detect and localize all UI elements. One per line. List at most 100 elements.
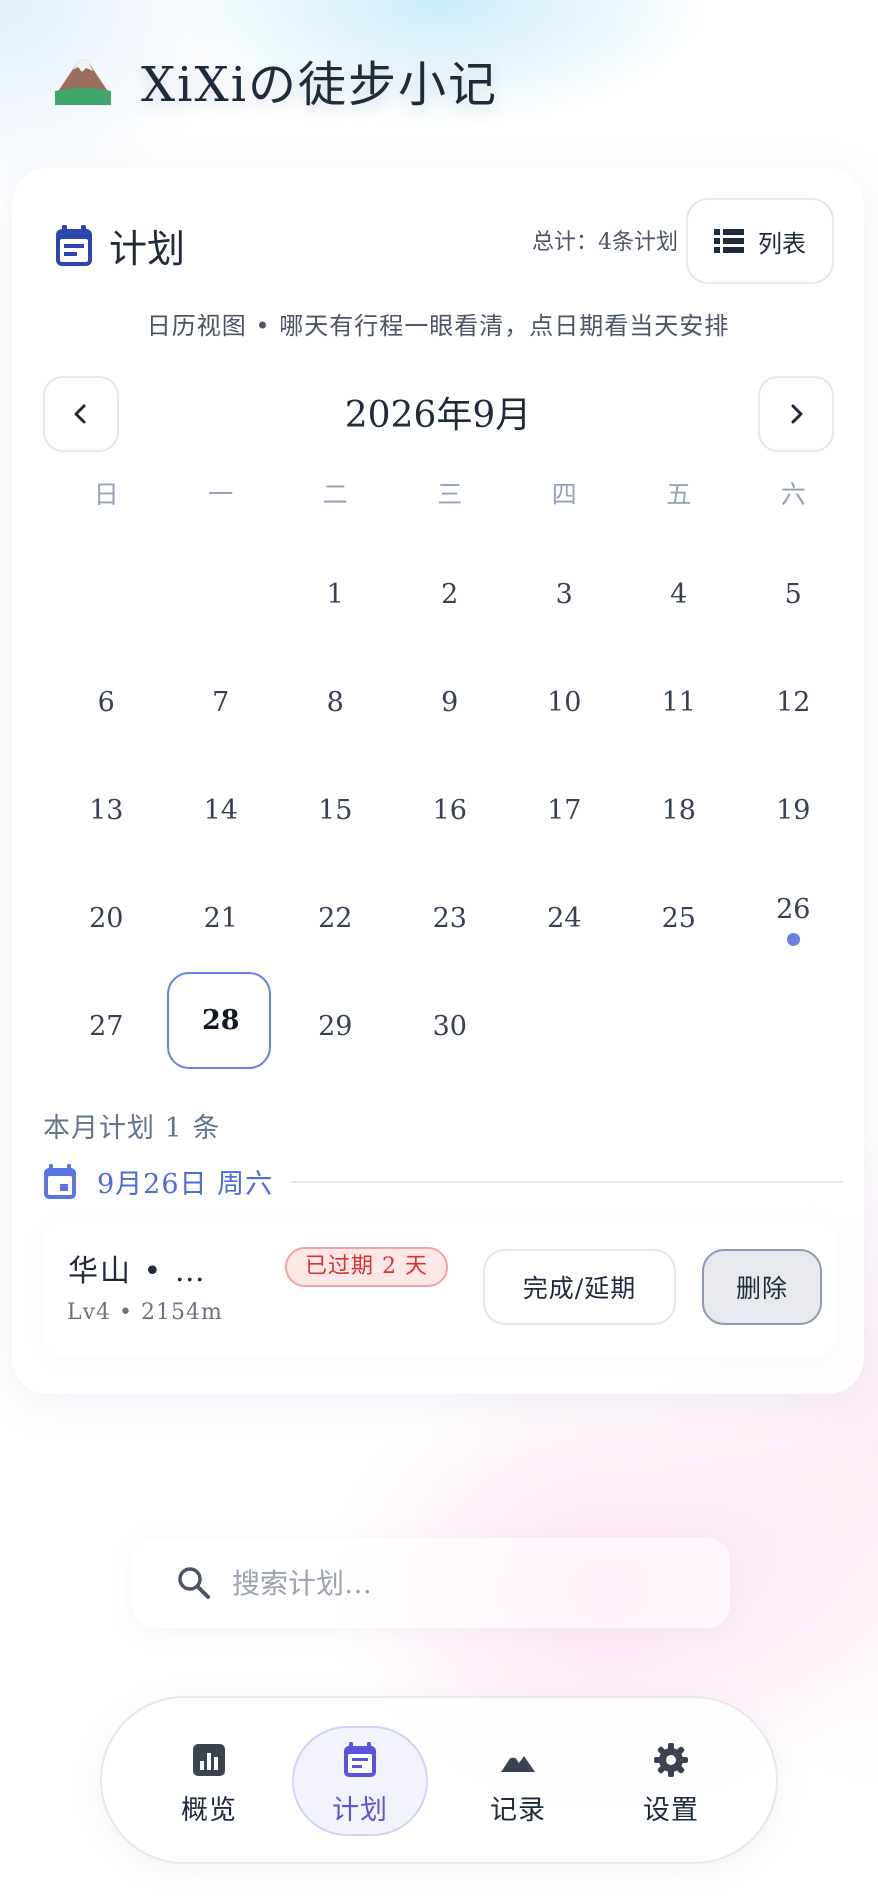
- date-group-label: 9月26日 周六: [97, 1169, 274, 1200]
- calendar-day-8[interactable]: 8: [278, 648, 393, 756]
- search-bar[interactable]: [132, 1538, 730, 1628]
- calendar-day-17[interactable]: 17: [507, 756, 622, 864]
- day-number: 30: [432, 1010, 467, 1042]
- day-number: 7: [212, 686, 230, 718]
- calendar-day-13[interactable]: 13: [49, 756, 164, 864]
- calendar-day-21[interactable]: 21: [164, 864, 279, 972]
- list-icon: [714, 229, 744, 253]
- nav-label-records: 记录: [490, 1795, 546, 1826]
- calendar-day-20[interactable]: 20: [49, 864, 164, 972]
- mountains-icon: [501, 1754, 535, 1772]
- plan-meta: Lv4 • 2154m: [67, 1300, 223, 1325]
- weekday-label: 二: [322, 480, 348, 509]
- search-input[interactable]: [232, 1566, 712, 1600]
- calendar-day-9[interactable]: 9: [393, 648, 508, 756]
- list-view-button[interactable]: 列表: [686, 198, 834, 284]
- day-number: 20: [89, 902, 124, 934]
- complete-postpone-button[interactable]: 完成/延期: [483, 1249, 676, 1325]
- plan-name: 华山 • …: [68, 1254, 207, 1289]
- calendar-day-1[interactable]: 1: [278, 540, 393, 648]
- day-number: 16: [432, 794, 467, 826]
- calendar-day-4[interactable]: 4: [622, 540, 737, 648]
- calendar-day-15[interactable]: 15: [278, 756, 393, 864]
- weekday-label: 六: [780, 480, 806, 509]
- calendar-day-14[interactable]: 14: [164, 756, 279, 864]
- calendar-day-22[interactable]: 22: [278, 864, 393, 972]
- gear-icon: [654, 1743, 688, 1777]
- calendar-day-3[interactable]: 3: [507, 540, 622, 648]
- calendar-day-10[interactable]: 10: [507, 648, 622, 756]
- day-number: 3: [555, 578, 573, 610]
- day-number: 23: [432, 902, 467, 934]
- calendar-day-29[interactable]: 29: [278, 972, 393, 1080]
- prev-month-button[interactable]: [43, 376, 119, 452]
- calendar-day-7[interactable]: 7: [164, 648, 279, 756]
- nav-label-overview: 概览: [181, 1795, 237, 1826]
- calendar-day-5[interactable]: 5: [736, 540, 851, 648]
- bar-chart-icon: [193, 1744, 225, 1776]
- day-number: 2: [441, 578, 459, 610]
- weekday-label: 四: [551, 480, 577, 509]
- calendar-day-26[interactable]: 26: [736, 864, 851, 972]
- calendar-day-18[interactable]: 18: [622, 756, 737, 864]
- calendar-day-30[interactable]: 30: [393, 972, 508, 1080]
- divider: [291, 1180, 843, 1183]
- calendar-subtitle: 日历视图 • 哪天有行程一眼看清，点日期看当天安排: [146, 312, 730, 340]
- day-number: 22: [318, 902, 353, 934]
- calendar-day-12[interactable]: 12: [736, 648, 851, 756]
- day-number: 29: [318, 1010, 353, 1042]
- nav-item-plan[interactable]: 计划: [292, 1726, 428, 1836]
- weekday-header: 日一二三四五六: [49, 480, 851, 510]
- nav-item-records[interactable]: 记录: [463, 1726, 573, 1836]
- nav-item-overview[interactable]: 概览: [154, 1726, 264, 1836]
- nav-label-settings: 设置: [643, 1795, 699, 1826]
- calendar-day-23[interactable]: 23: [393, 864, 508, 972]
- month-plan-count: 本月计划 1 条: [43, 1113, 221, 1144]
- day-number: 17: [547, 794, 582, 826]
- app-title: XiXiの徒步小记: [141, 57, 499, 113]
- day-number: 27: [89, 1010, 124, 1042]
- calendar-day-27[interactable]: 27: [49, 972, 164, 1080]
- day-number: 14: [203, 794, 238, 826]
- weekday-label: 日: [93, 480, 119, 509]
- calendar-day-16[interactable]: 16: [393, 756, 508, 864]
- calendar-day-24[interactable]: 24: [507, 864, 622, 972]
- day-number: 13: [89, 794, 124, 826]
- day-number: 9: [441, 686, 459, 718]
- day-number: 26: [776, 893, 811, 925]
- weekday-label: 五: [666, 480, 692, 509]
- day-number: 11: [661, 686, 696, 718]
- search-icon: [178, 1567, 210, 1599]
- day-number: 5: [784, 578, 802, 610]
- calendar-day-11[interactable]: 11: [622, 648, 737, 756]
- plan-total-count: 总计：4条计划: [532, 230, 678, 255]
- next-month-button[interactable]: [758, 376, 834, 452]
- mountain-icon: [55, 59, 111, 105]
- day-number: 15: [318, 794, 353, 826]
- delete-button[interactable]: 删除: [702, 1249, 822, 1325]
- plan-header: 计划: [55, 218, 185, 273]
- page-title: 计划: [109, 227, 186, 271]
- calendar-day-25[interactable]: 25: [622, 864, 737, 972]
- nav-item-settings[interactable]: 设置: [616, 1726, 726, 1836]
- day-number: 19: [776, 794, 811, 826]
- plan-item[interactable]: 华山 • … Lv4 • 2154m 已过期 2 天 完成/延期 删除: [43, 1218, 836, 1358]
- day-number: 10: [547, 686, 582, 718]
- day-number: 1: [326, 578, 344, 610]
- nav-label-plan: 计划: [332, 1795, 388, 1826]
- weekday-label: 一: [208, 480, 234, 509]
- calendar-icon: [56, 224, 92, 266]
- calendar-day-6[interactable]: 6: [49, 648, 164, 756]
- day-number: 28: [201, 1004, 240, 1036]
- day-number: 4: [670, 578, 688, 610]
- calendar-icon: [344, 1742, 376, 1777]
- list-view-label: 列表: [758, 229, 806, 258]
- app-header: XiXiの徒步小记: [55, 40, 498, 120]
- calendar-day-2[interactable]: 2: [393, 540, 508, 648]
- chevron-right-icon: [791, 404, 803, 424]
- calendar-day-28[interactable]: 28: [164, 972, 279, 1080]
- calendar-day-19[interactable]: 19: [736, 756, 851, 864]
- month-label: 2026年9月: [344, 395, 532, 436]
- plan-indicator-dot: [787, 933, 801, 946]
- chevron-left-icon: [74, 404, 86, 424]
